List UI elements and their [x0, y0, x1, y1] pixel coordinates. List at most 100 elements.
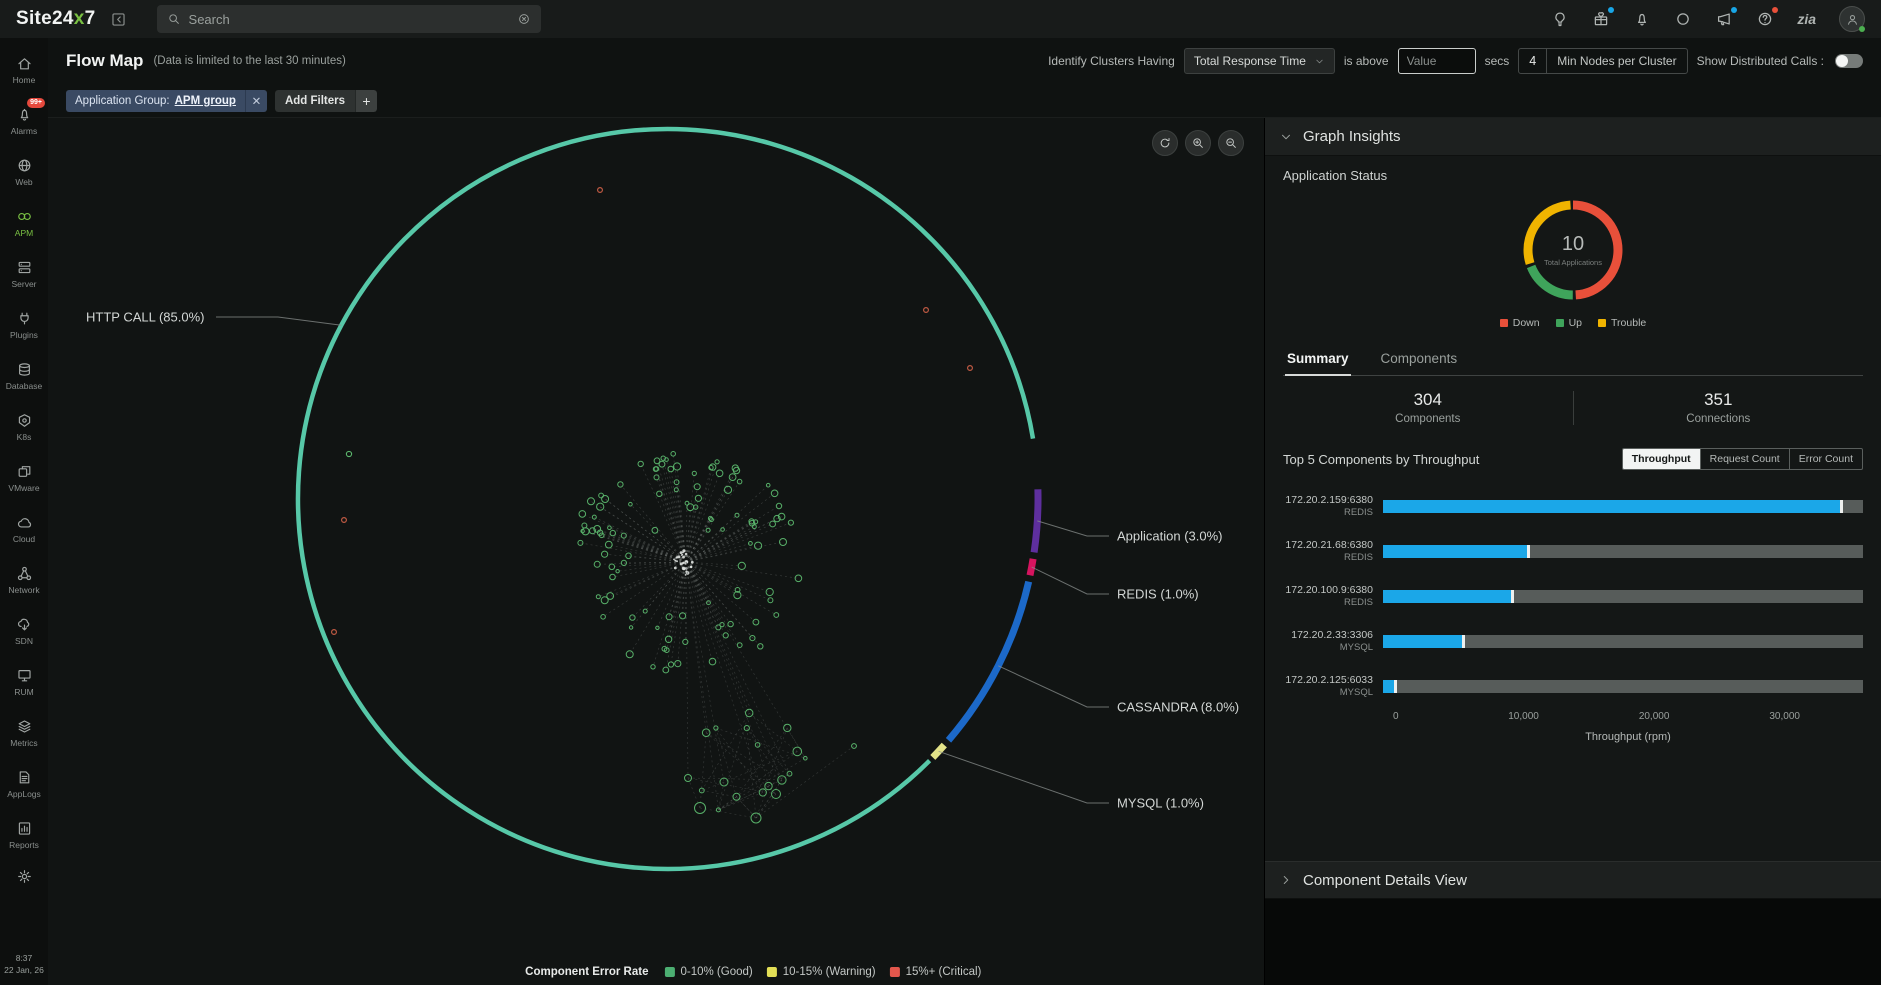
- error-legend-item: 0-10% (Good): [665, 966, 753, 978]
- distributed-calls-toggle[interactable]: [1835, 54, 1863, 68]
- application-group-label: Application Group:: [75, 95, 170, 107]
- refresh-button[interactable]: [1152, 130, 1178, 156]
- bar-cap: [1511, 590, 1514, 603]
- sidebar-item-label: APM: [15, 228, 33, 238]
- alarm-count-badge: 99+: [27, 98, 45, 108]
- bar-chart-xlabel: Throughput (rpm): [1393, 731, 1863, 743]
- search-bar[interactable]: [157, 5, 541, 33]
- application-group-value[interactable]: APM group: [175, 95, 236, 107]
- bar-row[interactable]: 172.20.100.9:6380REDIS: [1283, 574, 1863, 619]
- mode-error-count[interactable]: Error Count: [1789, 449, 1862, 469]
- bar-fill: [1383, 590, 1511, 603]
- sidebar-item-plugins[interactable]: Plugins: [0, 299, 48, 350]
- notification-dot: [1731, 7, 1737, 13]
- insights-tabs: Summary Components: [1283, 345, 1863, 376]
- identify-clusters-label: Identify Clusters Having: [1048, 54, 1175, 68]
- help-icon[interactable]: [1756, 10, 1774, 28]
- error-node[interactable]: [332, 630, 337, 635]
- bar-label: 172.20.2.33:3306MYSQL: [1283, 628, 1383, 655]
- bar-row[interactable]: 172.20.2.33:3306MYSQL: [1283, 619, 1863, 664]
- user-avatar[interactable]: [1839, 6, 1865, 32]
- min-nodes-input[interactable]: 4: [1519, 49, 1547, 73]
- sidebar-item-server[interactable]: Server: [0, 248, 48, 299]
- sidebar-item-apm[interactable]: APM: [0, 197, 48, 248]
- sidebar-item-reports[interactable]: Reports: [0, 809, 48, 860]
- megaphone-icon[interactable]: [1715, 10, 1733, 28]
- plugins-icon: [16, 310, 33, 327]
- sidebar-item-cloud[interactable]: Cloud: [0, 503, 48, 554]
- site24x7-logo: Site24x7: [16, 8, 96, 30]
- error-node[interactable]: [968, 366, 973, 371]
- add-filter-plus-button[interactable]: +: [355, 90, 377, 112]
- sidebar-item-metrics[interactable]: Metrics: [0, 707, 48, 758]
- remove-filter-button[interactable]: ✕: [245, 90, 267, 112]
- bar-row[interactable]: 172.20.2.159:6380REDIS: [1283, 484, 1863, 529]
- tab-summary[interactable]: Summary: [1285, 345, 1351, 376]
- bulb-icon[interactable]: [1551, 10, 1569, 28]
- cluster-controls: Identify Clusters Having Total Response …: [1048, 48, 1863, 74]
- server-icon: [16, 259, 33, 276]
- mode-request-count[interactable]: Request Count: [1700, 449, 1789, 469]
- ring-segment-mysql[interactable]: [933, 745, 945, 757]
- cloud-icon: [16, 514, 33, 531]
- search-input[interactable]: [189, 12, 509, 27]
- metric-select[interactable]: Total Response Time: [1184, 48, 1335, 74]
- error-node[interactable]: [924, 308, 929, 313]
- sidebar-item-label: SDN: [15, 636, 33, 646]
- bar-row[interactable]: 172.20.21.68:6380REDIS: [1283, 529, 1863, 574]
- zoom-in-button[interactable]: [1185, 130, 1211, 156]
- sidebar-item-database[interactable]: Database: [0, 350, 48, 401]
- collapse-sidebar-icon[interactable]: [110, 11, 127, 28]
- mode-throughput[interactable]: Throughput: [1623, 449, 1700, 469]
- axis-tick: 30,000: [1769, 711, 1800, 722]
- clear-search-icon[interactable]: [517, 12, 531, 26]
- error-rate-legend-title: Component Error Rate: [525, 966, 648, 978]
- sidebar-item-network[interactable]: Network: [0, 554, 48, 605]
- component-details-header[interactable]: Component Details View: [1265, 861, 1881, 899]
- error-legend-item: 15%+ (Critical): [890, 966, 982, 978]
- sidebar-item-label: Web: [15, 177, 32, 187]
- min-nodes-group: 4 Min Nodes per Cluster: [1518, 48, 1687, 74]
- insights-body: Application Status 10 Total Applications…: [1265, 156, 1881, 861]
- sidebar-item-sdn[interactable]: SDN: [0, 605, 48, 656]
- health-icon[interactable]: [1674, 10, 1692, 28]
- sidebar-item-settings[interactable]: [16, 868, 33, 885]
- connections-label: Connections: [1574, 413, 1864, 425]
- flow-map-canvas[interactable]: Component Error Rate 0-10% (Good) 10-15% …: [48, 118, 1264, 985]
- sidebar-item-applogs[interactable]: AppLogs: [0, 758, 48, 809]
- status-legend-down: Down: [1500, 317, 1540, 329]
- add-filters-button[interactable]: Add Filters: [275, 90, 355, 112]
- error-node[interactable]: [342, 518, 347, 523]
- zoom-out-button[interactable]: [1218, 130, 1244, 156]
- tab-components[interactable]: Components: [1379, 345, 1460, 375]
- total-applications-value: 10: [1562, 233, 1584, 256]
- sidebar-item-home[interactable]: Home: [0, 44, 48, 95]
- axis-tick: 20,000: [1639, 711, 1670, 722]
- bar-label: 172.20.2.159:6380REDIS: [1283, 493, 1383, 520]
- bar-row[interactable]: 172.20.2.125:6033MYSQL: [1283, 664, 1863, 709]
- ring-segment-cassandra[interactable]: [949, 582, 1029, 741]
- bar-label: 172.20.2.125:6033MYSQL: [1283, 673, 1383, 700]
- sidebar-item-k8s[interactable]: K8s: [0, 401, 48, 452]
- sidebar-item-label: RUM: [14, 687, 33, 697]
- sidebar-item-web[interactable]: Web: [0, 146, 48, 197]
- connections-stat: 351 Connections: [1574, 390, 1864, 425]
- status-legend-trouble: Trouble: [1598, 317, 1646, 329]
- threshold-value-input[interactable]: [1398, 48, 1476, 74]
- callout-leader-line: [998, 666, 1109, 707]
- bell-icon[interactable]: [1633, 10, 1651, 28]
- avatar-icon[interactable]: [1839, 6, 1865, 32]
- sidebar-item-alarms[interactable]: Alarms99+: [0, 95, 48, 146]
- sidebar-item-rum[interactable]: RUM: [0, 656, 48, 707]
- zia-icon[interactable]: zia: [1797, 11, 1816, 27]
- gift-icon[interactable]: [1592, 10, 1610, 28]
- top5-title: Top 5 Components by Throughput: [1283, 452, 1479, 467]
- graph-insights-header[interactable]: Graph Insights: [1265, 118, 1881, 156]
- map-controls: [1152, 130, 1244, 156]
- sidebar-item-vmware[interactable]: VMware: [0, 452, 48, 503]
- ring-callout-application: Application (3.0%): [1117, 529, 1223, 544]
- error-node[interactable]: [598, 188, 603, 193]
- legend-label: 10-15% (Warning): [783, 966, 876, 978]
- status-legend-up: Up: [1556, 317, 1582, 329]
- sidebar-item-label: Metrics: [10, 738, 37, 748]
